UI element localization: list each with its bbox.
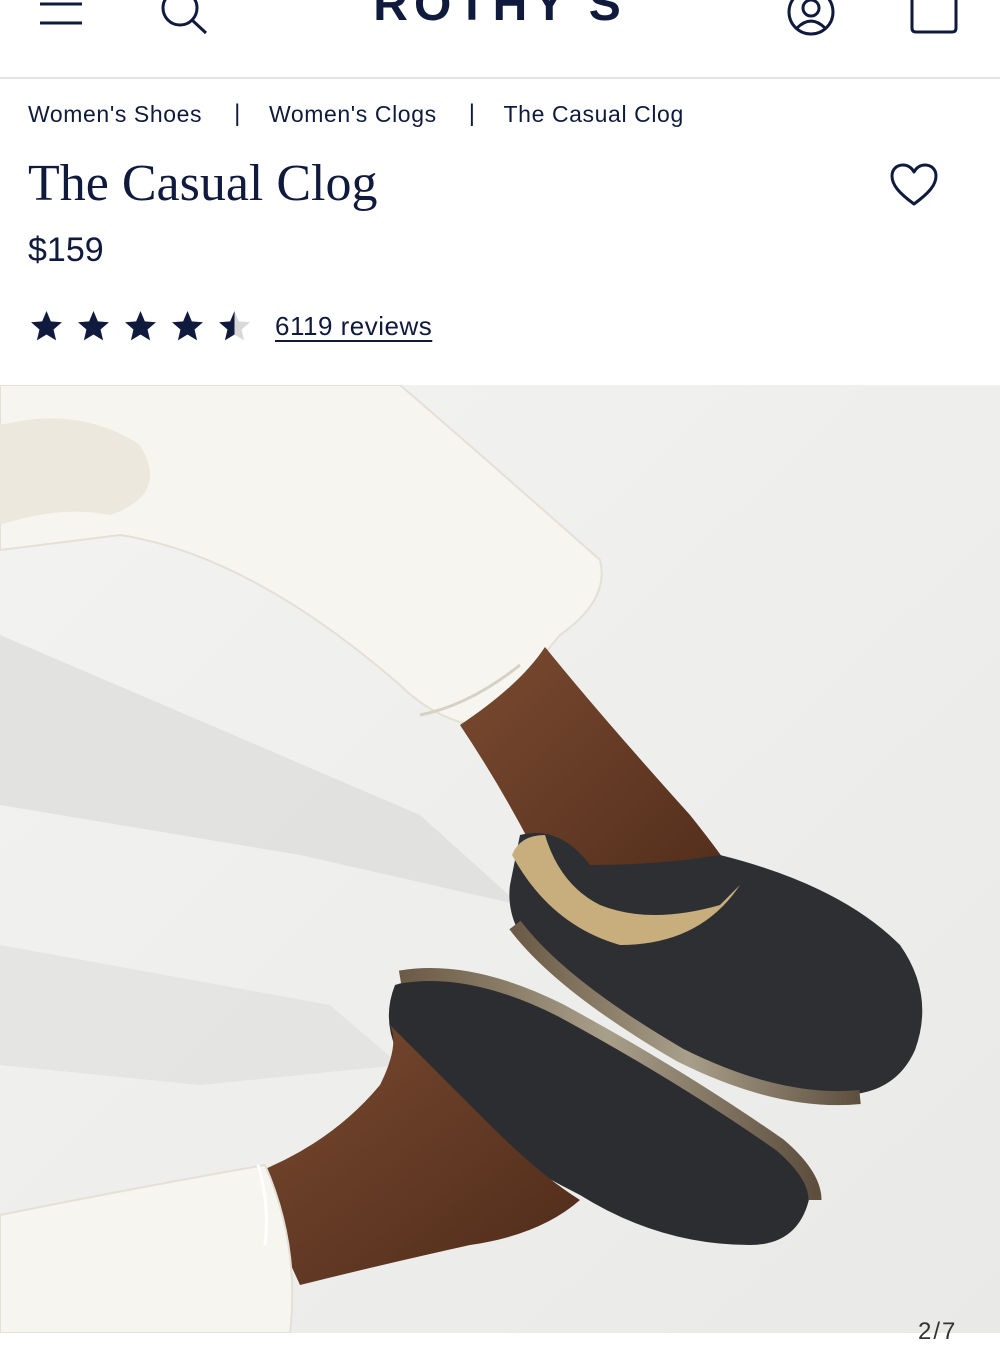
- product-price: $159: [28, 231, 104, 269]
- half-star-icon: [219, 311, 250, 341]
- breadcrumb-current-page[interactable]: The Casual Clog: [504, 101, 684, 128]
- star-icon: [125, 311, 156, 341]
- reviews-link[interactable]: 6119 reviews: [275, 311, 432, 342]
- bag-icon[interactable]: [908, 0, 960, 36]
- breadcrumb-womens-shoes[interactable]: Women's Shoes: [28, 101, 202, 128]
- breadcrumb-separator: |: [468, 100, 476, 127]
- star-icon: [172, 311, 203, 341]
- site-header: ROTHY'S: [0, 0, 1000, 79]
- product-title: The Casual Clog: [28, 155, 378, 212]
- account-icon[interactable]: [786, 0, 836, 38]
- product-image[interactable]: [0, 385, 1000, 1333]
- breadcrumb-separator: |: [234, 100, 241, 127]
- heart-icon[interactable]: [889, 162, 939, 213]
- breadcrumb-womens-clogs[interactable]: Women's Clogs: [269, 101, 437, 128]
- product-rating: 6119 reviews: [28, 304, 432, 348]
- gallery-counter: 2/7: [918, 1318, 958, 1345]
- breadcrumb: Women's Shoes | Women's Clogs | The Casu…: [28, 96, 684, 132]
- star-icon: [31, 311, 62, 341]
- star-rating[interactable]: [28, 308, 263, 344]
- brand-logo[interactable]: ROTHY'S: [0, 0, 1000, 33]
- star-icon: [78, 311, 109, 341]
